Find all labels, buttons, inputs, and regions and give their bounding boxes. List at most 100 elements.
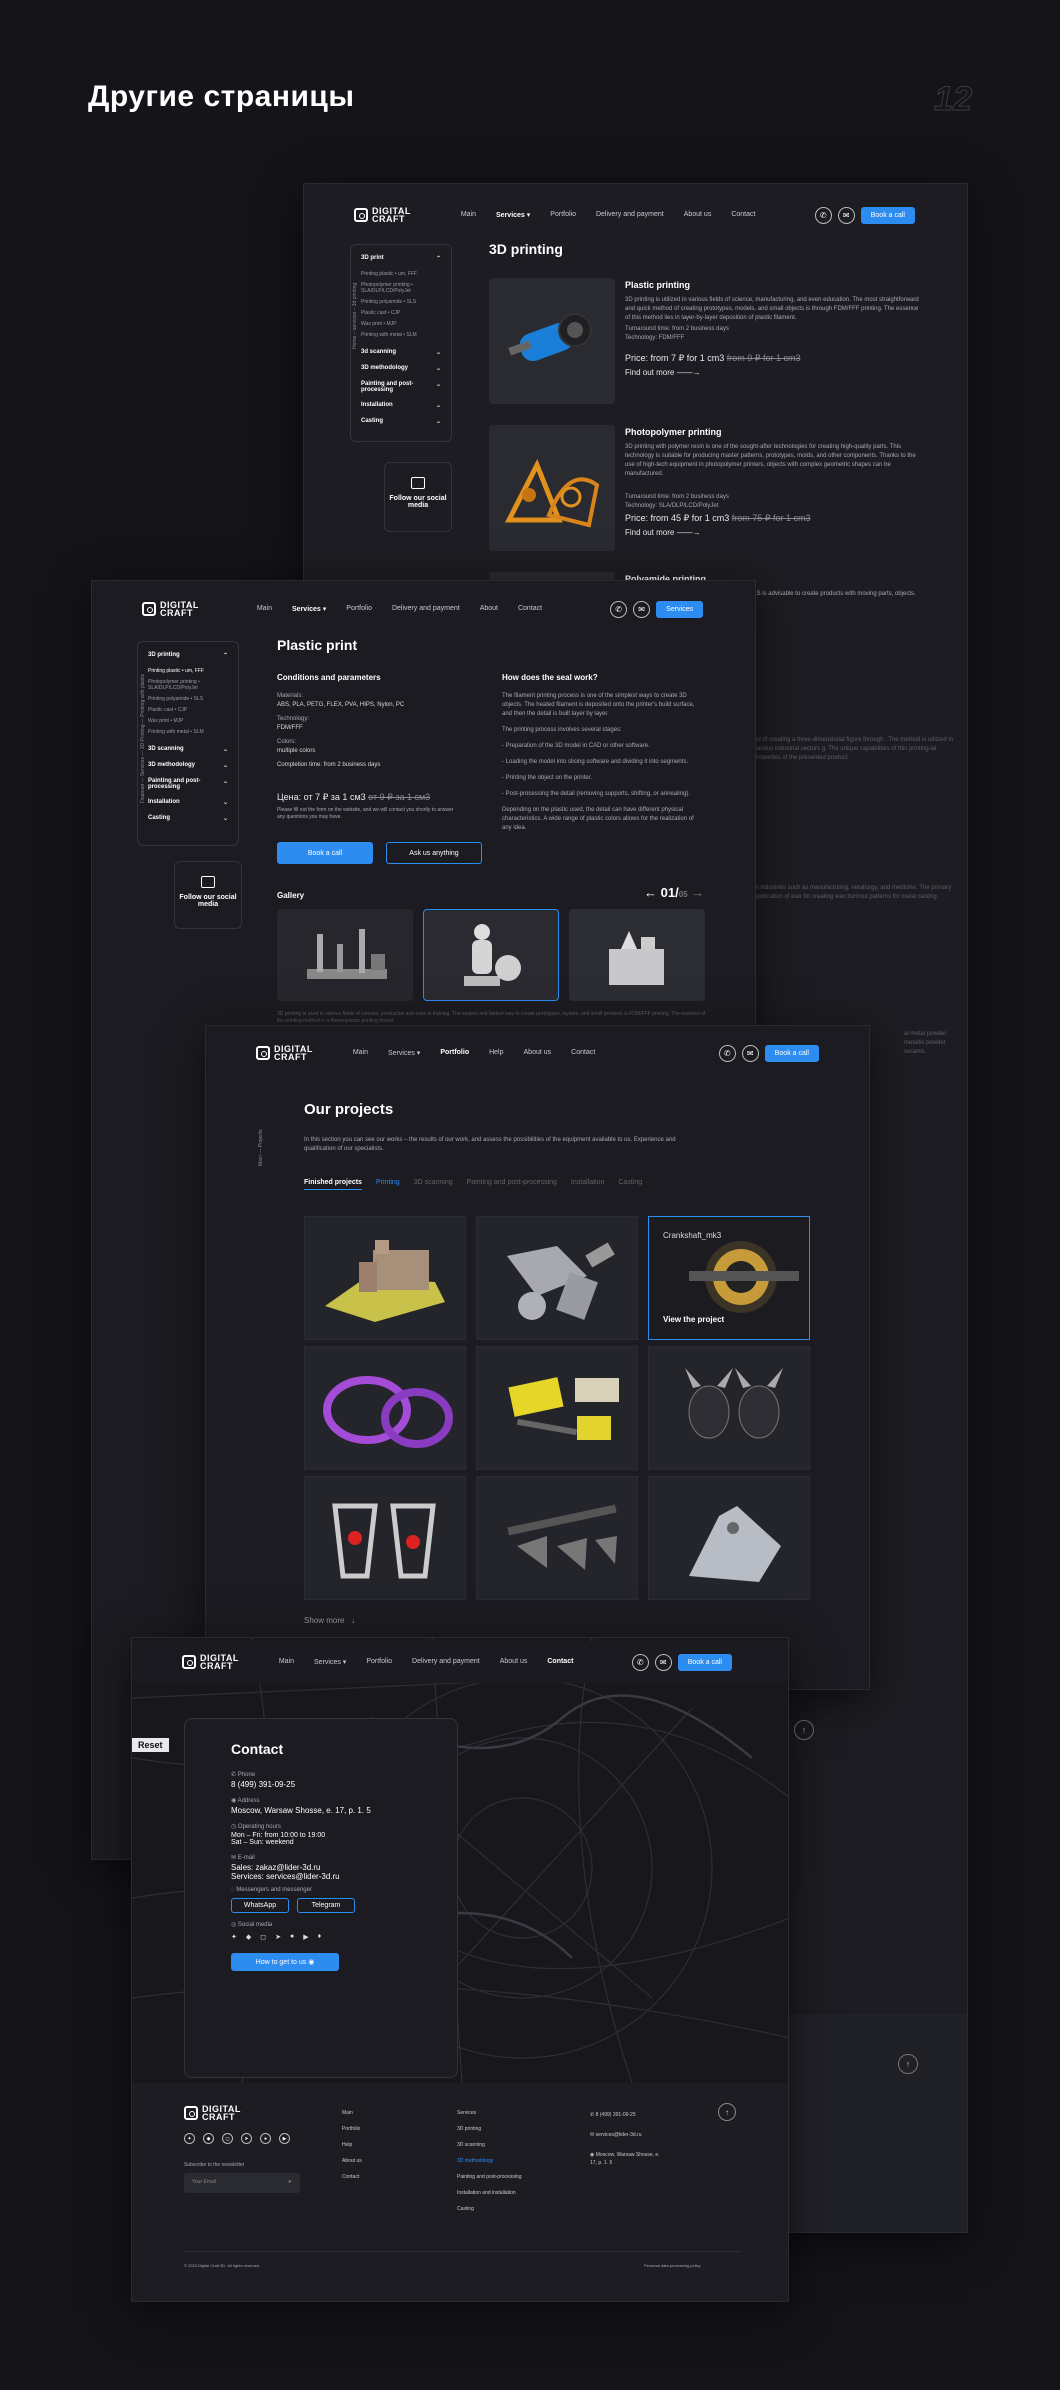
sidebar-item-3d-scanning[interactable]: 3d scanning ⌄	[361, 349, 441, 356]
footer-link[interactable]: Main	[342, 2105, 362, 2121]
arrow-left-icon[interactable]: ←	[644, 885, 657, 900]
project-tile[interactable]	[476, 1346, 638, 1470]
project-tile[interactable]	[304, 1216, 466, 1340]
find-out-more-link[interactable]: Find out more ——→	[625, 368, 925, 377]
nav-portfolio[interactable]: Portfolio	[366, 1658, 392, 1666]
sidebar-sub[interactable]: Printing with metal • SLM	[148, 729, 228, 735]
logo[interactable]: DIGITAL CRAFT	[142, 601, 199, 618]
mail-icon[interactable]: ✉	[633, 600, 651, 618]
nav-about[interactable]: About us	[684, 211, 712, 219]
show-more-link[interactable]: Show more ↓	[304, 1616, 355, 1625]
sidebar-item-3d-printing[interactable]: 3D printing ⌃	[148, 652, 228, 659]
sidebar-item-painting[interactable]: Painting and post-processing ⌄	[148, 778, 228, 790]
telegram-button[interactable]: Telegram	[297, 1898, 355, 1913]
tab-painting[interactable]: Painting and post-processing	[467, 1179, 557, 1190]
logo[interactable]: DIGITAL CRAFT	[354, 207, 411, 224]
youtube-icon[interactable]: ▶	[279, 2133, 290, 2144]
sidebar-item-casting[interactable]: Casting ⌄	[361, 418, 441, 425]
scroll-top-icon[interactable]: ↑	[898, 2054, 918, 2074]
vk-icon[interactable]: ◆	[246, 1933, 251, 1941]
nav-main[interactable]: Main	[353, 1049, 368, 1057]
nav-services[interactable]: Services ▾	[314, 1658, 346, 1666]
project-tile[interactable]	[648, 1346, 810, 1470]
book-call-button[interactable]: Book a call	[277, 842, 373, 864]
footer-link[interactable]: About us	[342, 2153, 362, 2169]
facebook-icon[interactable]: ●	[290, 1933, 294, 1941]
mail-icon[interactable]: ✉	[654, 1653, 672, 1671]
nav-delivery[interactable]: Delivery and payment	[596, 211, 664, 219]
product-name[interactable]: Plastic printing	[625, 280, 925, 290]
footer-link[interactable]: Casting	[457, 2201, 522, 2217]
arrow-right-icon[interactable]: →	[691, 885, 704, 900]
scroll-top-icon[interactable]: ↑	[794, 1720, 814, 1740]
services-email[interactable]: Services: services@lider-3d.ru	[231, 1872, 411, 1881]
how-to-get-button[interactable]: How to get to us ◉	[231, 1953, 339, 1971]
nav-main[interactable]: Main	[279, 1658, 294, 1666]
nav-services[interactable]: Services ▾	[496, 211, 530, 219]
project-tile[interactable]	[476, 1216, 638, 1340]
youtube-icon[interactable]: ▶	[303, 1933, 308, 1941]
logo[interactable]: DIGITAL CRAFT	[256, 1045, 313, 1062]
gallery-image-active[interactable]	[423, 909, 559, 1001]
footer-link[interactable]: 3D printing	[457, 2121, 522, 2137]
gallery-image[interactable]	[277, 909, 413, 1001]
nav-services[interactable]: Services ▾	[292, 605, 326, 613]
sidebar-sub[interactable]: Wax print • MJP	[148, 718, 228, 724]
nav-contact[interactable]: Contact	[731, 211, 755, 219]
product-name[interactable]: Photopolymer printing	[625, 427, 925, 437]
services-button[interactable]: Services	[656, 600, 703, 618]
project-tile[interactable]	[648, 1476, 810, 1600]
sidebar-sub[interactable]: Photopolymer printing • SLA/DLP/LCD/Poly…	[361, 282, 441, 294]
telegram-icon[interactable]: ➤	[241, 2133, 252, 2144]
book-call-button[interactable]: Book a call	[764, 1044, 819, 1062]
sidebar-sub[interactable]: Printing plastic • um, FFF	[361, 271, 441, 277]
project-tile[interactable]	[476, 1476, 638, 1600]
sidebar-sub[interactable]: Plastic cast • CJP	[148, 707, 228, 713]
project-tile-hover[interactable]: Crankshaft_mk3 View the project	[648, 1216, 810, 1340]
tab-finished[interactable]: Finished projects	[304, 1179, 362, 1190]
logo[interactable]: DIGITAL CRAFT	[182, 1654, 239, 1671]
newsletter-input[interactable]: Your Email ➤	[184, 2173, 300, 2193]
phone-icon[interactable]: ✆	[610, 600, 628, 618]
find-out-more-link[interactable]: Find out more ——→	[625, 528, 925, 537]
nav-about[interactable]: About us	[524, 1049, 552, 1057]
send-icon[interactable]: ➤	[288, 2179, 292, 2187]
telegram-icon[interactable]: ➤	[275, 1933, 281, 1941]
sidebar-sub[interactable]: Printing polyamide • SLS	[361, 299, 441, 305]
vk-icon[interactable]: ◆	[203, 2133, 214, 2144]
ask-button[interactable]: Ask us anything	[386, 842, 482, 864]
book-call-button[interactable]: Book a call	[860, 206, 915, 224]
footer-link[interactable]: Contact	[342, 2169, 362, 2185]
sidebar-item-3d-methodology[interactable]: 3D methodology ⌄	[148, 762, 228, 769]
sidebar-item-3d-scanning[interactable]: 3D scanning ⌄	[148, 746, 228, 753]
twitter-icon[interactable]: ✦	[184, 2133, 195, 2144]
tab-installation[interactable]: Installation	[571, 1179, 604, 1190]
footer-link[interactable]: 3D scanning	[457, 2137, 522, 2153]
instagram-icon[interactable]: ◻	[260, 1933, 266, 1941]
vkontakte-icon[interactable]: ♦	[318, 1933, 322, 1941]
footer-link[interactable]: Painting and post-processing	[457, 2169, 522, 2185]
nav-portfolio[interactable]: Portfolio	[440, 1049, 469, 1057]
sidebar-sub[interactable]: Plastic cast • CJP	[361, 310, 441, 316]
sidebar-item-3d-methodology[interactable]: 3D methodology ⌄	[361, 365, 441, 372]
project-tile[interactable]	[304, 1346, 466, 1470]
sidebar-sub[interactable]: Printing plastic • um, FFF	[148, 668, 228, 674]
sidebar-sub[interactable]: Wax print • MJP	[361, 321, 441, 327]
footer-link[interactable]: 3D methodology	[457, 2153, 522, 2169]
gallery-image[interactable]	[569, 909, 705, 1001]
nav-contact[interactable]: Contact	[547, 1658, 573, 1666]
footer-services-title[interactable]: Services	[457, 2105, 522, 2121]
facebook-icon[interactable]: ●	[260, 2133, 271, 2144]
nav-help[interactable]: Help	[489, 1049, 503, 1057]
nav-services[interactable]: Services ▾	[388, 1049, 420, 1057]
sidebar-item-installation[interactable]: Installation ⌄	[148, 799, 228, 806]
phone-icon[interactable]: ✆	[631, 1653, 649, 1671]
phone-icon[interactable]: ✆	[814, 206, 832, 224]
footer-email[interactable]: ✉ services@lider-3d.ru	[590, 2131, 660, 2139]
instagram-icon[interactable]: ◻	[222, 2133, 233, 2144]
scroll-top-icon[interactable]: ↑	[718, 2103, 736, 2121]
sidebar-item-installation[interactable]: Installation ⌄	[361, 402, 441, 409]
phone-value[interactable]: 8 (499) 391-09-25	[231, 1780, 411, 1789]
twitter-icon[interactable]: ✦	[231, 1933, 237, 1941]
nav-main[interactable]: Main	[257, 605, 272, 613]
